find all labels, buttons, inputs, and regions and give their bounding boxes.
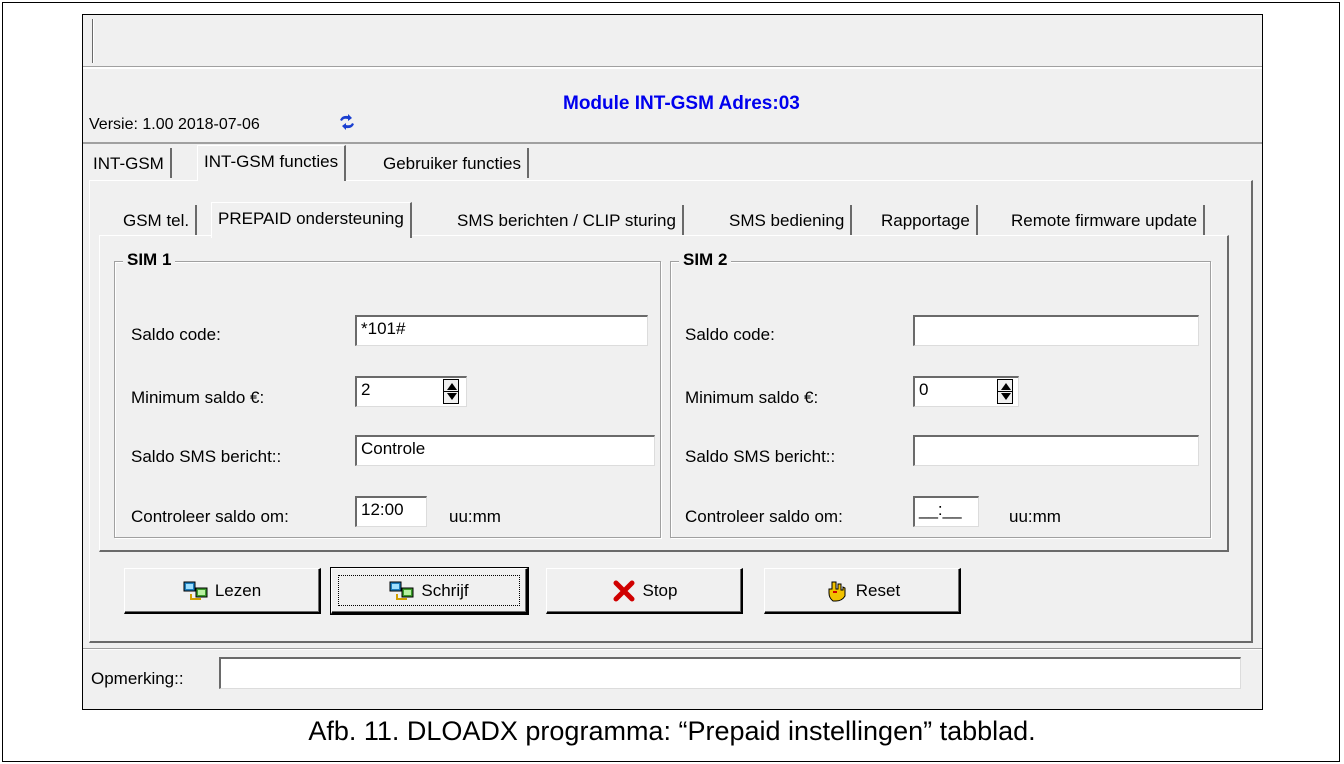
read-button-label: Lezen — [214, 580, 262, 600]
write-button[interactable]: Schrijf — [330, 567, 529, 615]
tab-gebruiker-functies[interactable]: Gebruiker functies — [377, 148, 529, 178]
red-x-icon — [613, 580, 634, 601]
spin-up-icon[interactable] — [1001, 383, 1011, 390]
tab-prepaid-ondersteuning[interactable]: PREPAID ondersteuning — [211, 202, 412, 238]
dloadx-window: Module INT-GSM Adres:03 Versie: 1.00 201… — [82, 14, 1263, 710]
reset-button[interactable]: Reset — [764, 568, 961, 614]
status-divider — [83, 648, 1262, 650]
tab-sms-berichten-clip[interactable]: SMS berichten / CLIP sturing — [451, 205, 684, 235]
tab-remote-firmware-update[interactable]: Remote firmware update — [1005, 205, 1206, 235]
toolbar-grip[interactable] — [92, 19, 94, 63]
sim1-group: SIM 1 Saldo code: *101# Minimum saldo €:… — [114, 250, 661, 538]
tab-int-gsm[interactable]: INT-GSM — [87, 148, 172, 178]
computer-transfer-icon — [389, 581, 414, 600]
sim1-saldo-sms-label: Saldo SMS bericht:: — [131, 447, 282, 466]
version-label: Versie: 1.00 2018-07-06 — [89, 116, 260, 133]
sim1-title: SIM 1 — [123, 250, 176, 270]
tab-rapportage[interactable]: Rapportage — [875, 205, 978, 235]
sim2-saldo-sms-label: Saldo SMS bericht:: — [685, 447, 836, 466]
read-button[interactable]: Lezen — [124, 568, 321, 614]
sim1-saldo-code-field[interactable]: *101# — [355, 315, 648, 346]
sim1-controleer-saldo-field[interactable]: 12:00 — [355, 496, 427, 527]
toolbar-strip — [83, 15, 1262, 67]
tab-gsm-tel[interactable]: GSM tel. — [117, 205, 198, 235]
sim2-minimum-saldo-label: Minimum saldo €: — [685, 388, 819, 407]
sim2-controleer-saldo-field[interactable]: __:__ — [913, 496, 979, 527]
sim1-minimum-saldo-label: Minimum saldo €: — [131, 388, 265, 407]
sim1-controleer-saldo-label: Controleer saldo om: — [131, 507, 289, 526]
sim2-saldo-sms-field[interactable] — [913, 435, 1199, 466]
spin-divider — [444, 391, 458, 392]
sim2-saldo-code-field[interactable] — [913, 315, 1199, 346]
stop-button-label: Stop — [642, 580, 678, 600]
tab-int-gsm-functies[interactable]: INT-GSM functies — [197, 145, 347, 181]
computer-transfer-icon — [183, 581, 208, 600]
sim2-time-format: uu:mm — [1009, 507, 1061, 526]
sim2-controleer-saldo-label: Controleer saldo om: — [685, 507, 843, 526]
sim2-title: SIM 2 — [679, 250, 732, 270]
remark-label: Opmerking:: — [91, 669, 184, 688]
write-button-label: Schrijf — [421, 580, 469, 600]
yellow-hand-icon — [828, 581, 846, 601]
sim1-minimum-saldo-spinner[interactable] — [443, 379, 459, 404]
sim1-saldo-code-label: Saldo code: — [131, 325, 221, 344]
figure-caption: Afb. 11. DLOADX programma: “Prepaid inst… — [308, 716, 1036, 746]
sim1-saldo-sms-field[interactable]: Controle — [355, 435, 655, 466]
spin-down-icon[interactable] — [1001, 393, 1011, 400]
module-header: Module INT-GSM Adres:03 Versie: 1.00 201… — [83, 67, 1262, 144]
sim2-minimum-saldo-spinner[interactable] — [997, 379, 1013, 404]
sim2-saldo-code-label: Saldo code: — [685, 325, 775, 344]
spin-divider — [998, 391, 1012, 392]
stop-button[interactable]: Stop — [546, 568, 743, 614]
reset-button-label: Reset — [855, 580, 901, 600]
sync-icon[interactable] — [337, 114, 357, 130]
sim2-group: SIM 2 Saldo code: Minimum saldo €: 0 Sal… — [670, 250, 1211, 538]
remark-field[interactable] — [219, 657, 1241, 689]
sim1-time-format: uu:mm — [449, 507, 501, 526]
module-title: Module INT-GSM Adres:03 — [563, 93, 800, 114]
spin-up-icon[interactable] — [447, 383, 457, 390]
spin-down-icon[interactable] — [447, 393, 457, 400]
tab-sms-bediening[interactable]: SMS bediening — [723, 205, 853, 235]
